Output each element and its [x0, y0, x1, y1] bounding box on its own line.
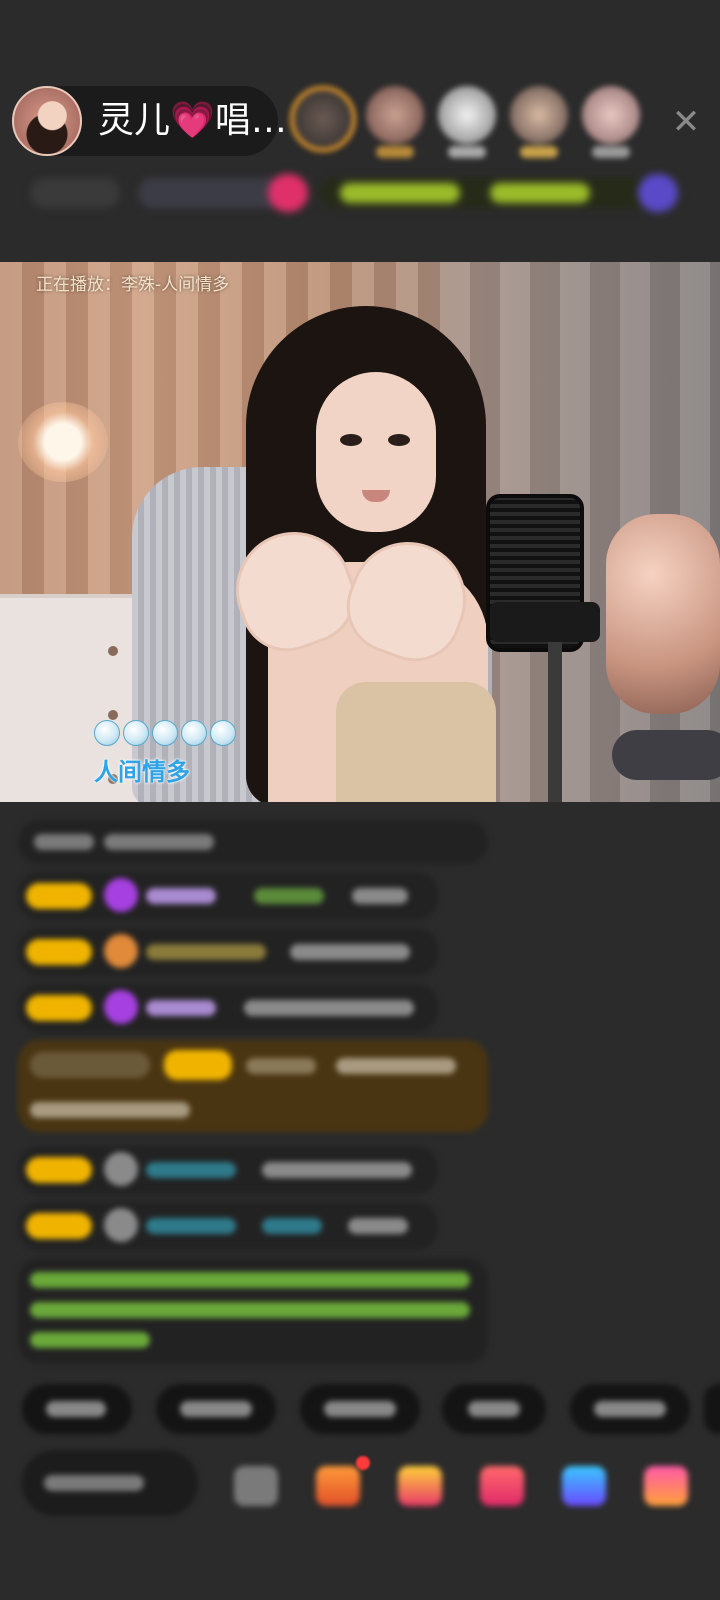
close-icon[interactable]: ✕ [668, 104, 704, 140]
quick-reply-button[interactable] [300, 1384, 420, 1434]
gift-box-icon[interactable] [316, 1466, 360, 1506]
quick-reply-button[interactable] [22, 1384, 132, 1434]
chat-message[interactable] [18, 1146, 438, 1194]
chat-message[interactable] [18, 928, 438, 976]
viewer-avatar[interactable] [578, 84, 644, 158]
bottom-toolbar [0, 1450, 720, 1530]
streamer-face [316, 372, 436, 532]
lyric-dot [152, 720, 178, 746]
emoji-icon[interactable] [234, 1466, 278, 1506]
mic-shock-mount [490, 602, 600, 642]
viewer-avatar[interactable] [506, 84, 572, 158]
lyric-text: 人间情多 [94, 758, 190, 786]
host-name: 灵儿💗唱… [98, 100, 287, 141]
chat-message[interactable] [18, 984, 438, 1032]
chat-input[interactable] [22, 1450, 198, 1516]
live-stats-row[interactable] [22, 170, 690, 216]
lyric-dot [181, 720, 207, 746]
gift-icon[interactable] [398, 1466, 442, 1506]
chat-message[interactable] [18, 820, 488, 864]
quick-reply-button[interactable] [570, 1384, 690, 1434]
chat-message[interactable] [18, 872, 438, 920]
now-playing-label: 正在播放：李殊-人间情多 [36, 275, 230, 295]
viewer-avatar[interactable] [290, 84, 356, 154]
chat-message[interactable] [18, 1202, 438, 1250]
more-icon[interactable] [644, 1466, 688, 1506]
balloon-bear [606, 514, 720, 714]
chat-message-highlighted[interactable] [18, 1040, 488, 1132]
quick-reply-button[interactable] [442, 1384, 546, 1434]
lyric-dot [94, 720, 120, 746]
live-video-stream[interactable]: 正在播放：李殊-人间情多 人间情多 [0, 262, 720, 802]
viewer-avatar[interactable] [362, 84, 428, 158]
streamer-dress [336, 682, 496, 802]
quick-reply-button[interactable] [704, 1384, 720, 1434]
boom-arm [612, 730, 720, 780]
system-notice-message [18, 1258, 488, 1364]
viewer-avatar[interactable] [434, 84, 500, 158]
pk-icon[interactable] [480, 1466, 524, 1506]
notification-dot [356, 1456, 370, 1470]
lamp-light [18, 402, 108, 482]
host-avatar[interactable] [12, 86, 82, 156]
lyric-dot [123, 720, 149, 746]
quick-reply-button[interactable] [156, 1384, 276, 1434]
lyric-progress-dots [94, 720, 239, 750]
game-icon[interactable] [562, 1466, 606, 1506]
lyric-dot [210, 720, 236, 746]
host-info-pill[interactable]: 灵儿💗唱… [12, 86, 287, 156]
mic-arm [548, 642, 562, 802]
